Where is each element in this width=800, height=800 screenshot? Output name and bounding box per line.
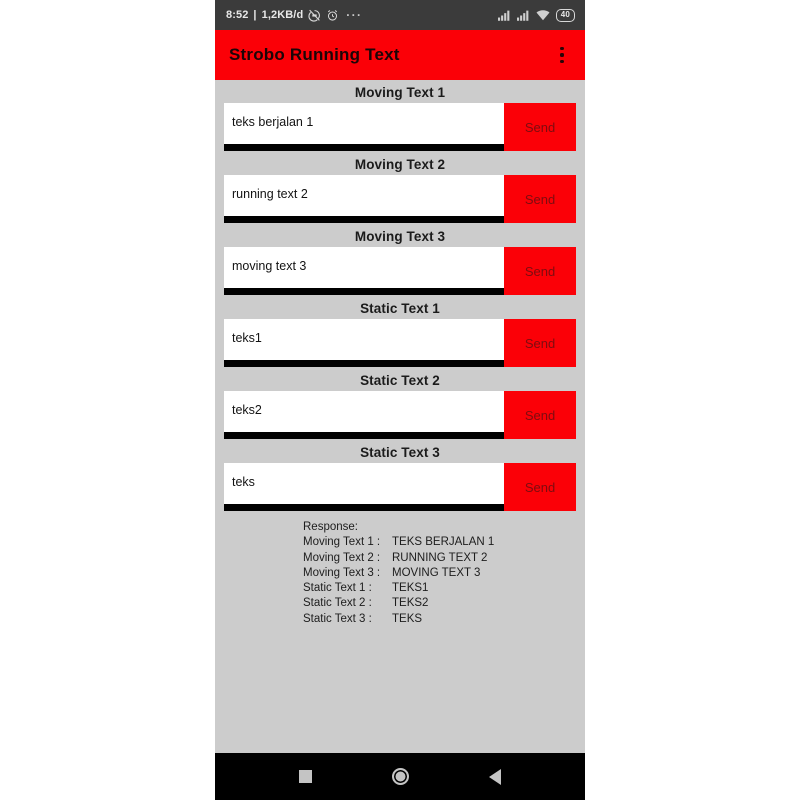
text-input-static-text-1[interactable]: teks1 <box>224 319 504 367</box>
field-label: Static Text 2 <box>360 373 440 388</box>
input-value: teks <box>232 474 255 489</box>
response-key: Moving Text 2 : <box>303 551 381 564</box>
response-value: MOVING TEXT 3 <box>392 566 481 579</box>
response-key: Static Text 1 : <box>303 582 372 595</box>
field-group-moving-text-3: Moving Text 3 moving text 3 Send <box>224 224 576 295</box>
response-key: Moving Text 1 : <box>303 536 381 549</box>
field-row: running text 2 Send <box>224 175 576 223</box>
square-recents-icon[interactable] <box>299 770 312 783</box>
input-value: running text 2 <box>232 186 308 201</box>
form-content: Moving Text 1 teks berjalan 1 Send Movin… <box>215 80 585 627</box>
response-row: Moving Text 1 : TEKS BERJALAN 1 <box>303 535 576 550</box>
field-label: Static Text 3 <box>360 445 440 460</box>
response-row: Static Text 3 : TEKS <box>303 612 576 627</box>
field-group-static-text-1: Static Text 1 teks1 Send <box>224 296 576 367</box>
field-group-static-text-3: Static Text 3 teks Send <box>224 440 576 511</box>
response-row: Static Text 2 : TEKS2 <box>303 596 576 611</box>
field-row: teks1 Send <box>224 319 576 367</box>
alarm-clock-icon <box>326 9 339 22</box>
field-group-moving-text-2: Moving Text 2 running text 2 Send <box>224 152 576 223</box>
send-button-static-text-2[interactable]: Send <box>504 391 576 439</box>
field-label: Moving Text 1 <box>354 85 446 100</box>
field-row: teks Send <box>224 463 576 511</box>
response-key: Moving Text 3 : <box>303 566 381 579</box>
input-value: teks2 <box>232 402 262 417</box>
field-label: Static Text 1 <box>360 301 440 316</box>
overflow-menu-icon[interactable] <box>551 40 573 70</box>
response-value: TEKS2 <box>392 597 429 610</box>
navigation-bar <box>215 753 585 800</box>
text-input-moving-text-1[interactable]: teks berjalan 1 <box>224 103 504 151</box>
field-row: moving text 3 Send <box>224 247 576 295</box>
input-value: teks berjalan 1 <box>232 114 314 129</box>
battery-indicator: 40 <box>555 8 575 22</box>
status-more-icon: ··· <box>346 8 363 22</box>
response-heading: Response: <box>303 521 358 533</box>
page-title: Strobo Running Text <box>229 45 400 64</box>
text-input-static-text-3[interactable]: teks <box>224 463 504 511</box>
field-label: Moving Text 2 <box>354 157 446 172</box>
response-panel: Response: Moving Text 1 : TEKS BERJALAN 1… <box>224 512 576 627</box>
field-row: teks2 Send <box>224 391 576 439</box>
signal-bars-icon <box>497 10 511 21</box>
response-value: TEKS1 <box>392 582 429 595</box>
field-group-moving-text-1: Moving Text 1 teks berjalan 1 Send <box>224 80 576 151</box>
phone-screen: 8:52 | 1,2KB/d ··· 40 Strobo Running Tex… <box>215 0 585 800</box>
do-not-disturb-icon <box>308 9 321 22</box>
send-button-static-text-3[interactable]: Send <box>504 463 576 511</box>
app-bar: Strobo Running Text <box>215 30 585 80</box>
text-input-moving-text-3[interactable]: moving text 3 <box>224 247 504 295</box>
status-separator: | <box>253 9 257 21</box>
response-value: TEKS BERJALAN 1 <box>392 536 495 549</box>
circle-home-icon[interactable] <box>392 768 409 785</box>
signal-bars-icon <box>516 10 530 21</box>
field-group-static-text-2: Static Text 2 teks2 Send <box>224 368 576 439</box>
response-row: Static Text 1 : TEKS1 <box>303 581 576 596</box>
triangle-back-icon[interactable] <box>489 768 501 785</box>
response-key: Static Text 3 : <box>303 612 372 625</box>
status-bar-right: 40 <box>497 8 575 22</box>
response-row: Moving Text 2 : RUNNING TEXT 2 <box>303 551 576 566</box>
status-bar-left: 8:52 | 1,2KB/d ··· <box>226 9 362 22</box>
send-button-moving-text-2[interactable]: Send <box>504 175 576 223</box>
response-key: Static Text 2 : <box>303 597 372 610</box>
field-label: Moving Text 3 <box>354 229 446 244</box>
text-input-static-text-2[interactable]: teks2 <box>224 391 504 439</box>
clock-text: 8:52 <box>226 9 249 21</box>
wifi-icon <box>536 9 550 21</box>
input-value: teks1 <box>232 330 262 345</box>
send-button-moving-text-3[interactable]: Send <box>504 247 576 295</box>
field-row: teks berjalan 1 Send <box>224 103 576 151</box>
send-button-moving-text-1[interactable]: Send <box>504 103 576 151</box>
text-input-moving-text-2[interactable]: running text 2 <box>224 175 504 223</box>
input-value: moving text 3 <box>232 258 307 273</box>
data-rate-text: 1,2KB/d <box>261 9 304 21</box>
response-row: Moving Text 3 : MOVING TEXT 3 <box>303 566 576 581</box>
send-button-static-text-1[interactable]: Send <box>504 319 576 367</box>
response-value: TEKS <box>392 612 423 625</box>
response-value: RUNNING TEXT 2 <box>392 551 488 564</box>
status-bar: 8:52 | 1,2KB/d ··· 40 <box>215 0 585 30</box>
